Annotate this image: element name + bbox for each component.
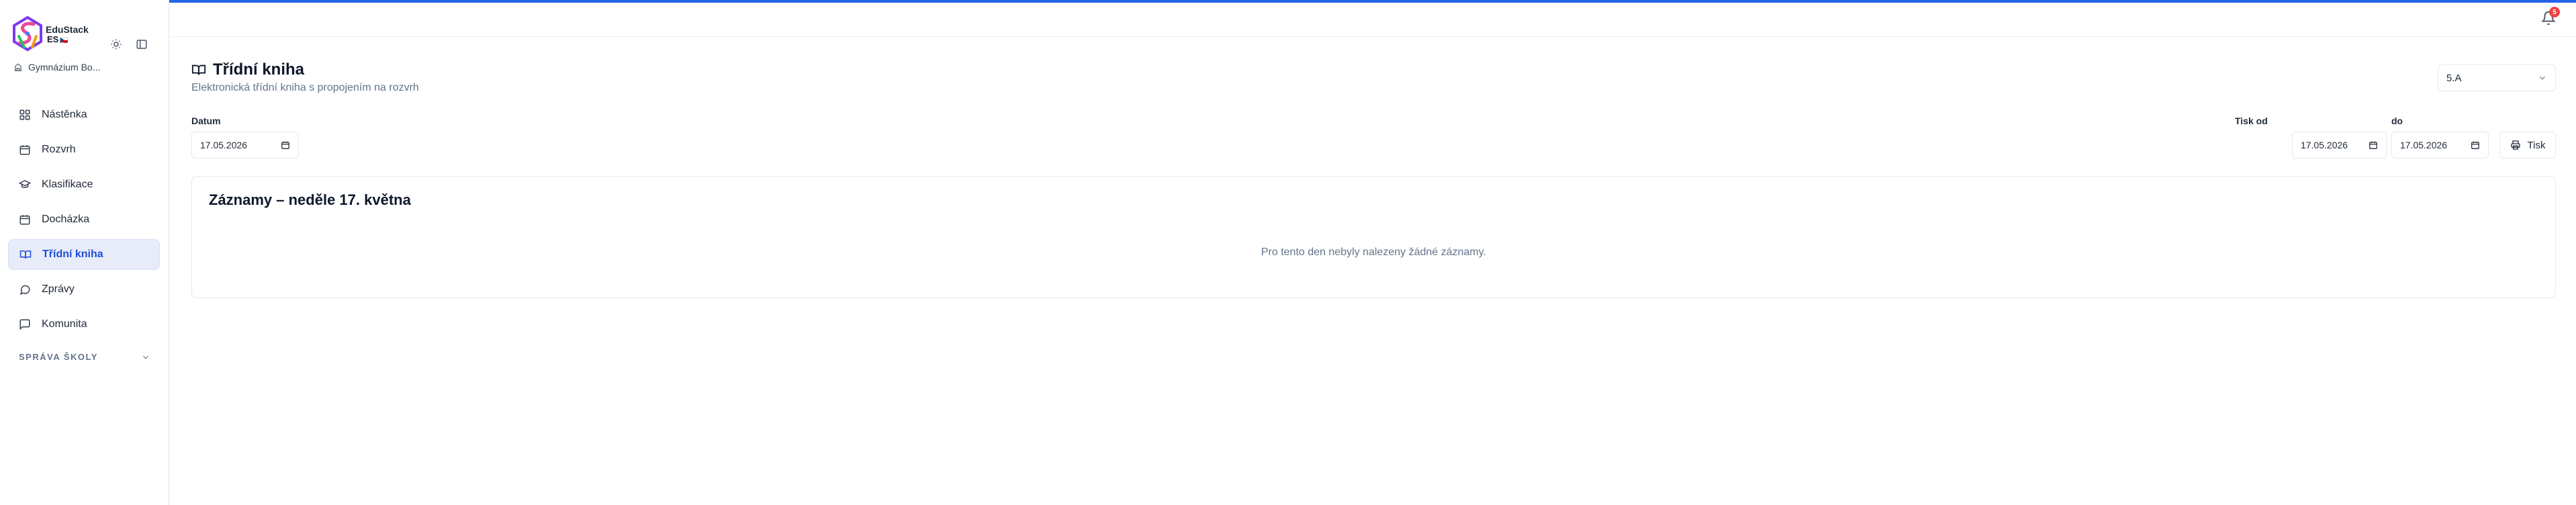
date-input[interactable]: 17.05.2026 xyxy=(191,132,299,158)
graduation-cap-icon xyxy=(19,180,31,188)
print-to-value: 17.05.2026 xyxy=(2400,140,2448,150)
sidebar-item-dochazka[interactable]: Docházka xyxy=(8,204,160,235)
building-icon xyxy=(14,63,22,71)
date-value: 17.05.2026 xyxy=(200,140,248,150)
sidebar: EduStack ES 🇨🇿 Gymnázium Bo... Nástěnka R… xyxy=(0,0,169,505)
print-to-input[interactable]: 17.05.2026 xyxy=(2391,132,2489,158)
sidebar-item-label: Třídní kniha xyxy=(42,248,103,260)
sidebar-item-label: Klasifikace xyxy=(42,179,93,190)
brand-sub: ES 🇨🇿 xyxy=(47,35,89,44)
main-content: 5 Třídní kniha Elektronická třídní kniha… xyxy=(169,0,2576,505)
app: EduStack ES 🇨🇿 Gymnázium Bo... Nástěnka R… xyxy=(0,0,2576,505)
sidebar-toggle-icon[interactable] xyxy=(136,38,148,50)
chevron-down-icon xyxy=(2540,76,2545,80)
header-divider xyxy=(169,36,2576,37)
sidebar-item-label: Komunita xyxy=(42,318,87,330)
sidebar-item-label: Docházka xyxy=(42,214,90,225)
records-empty-message: Pro tento den nebyly nalezeny žádné zázn… xyxy=(1260,246,1487,258)
print-button-label: Tisk xyxy=(2527,139,2546,151)
calendar-icon xyxy=(2369,141,2377,149)
date-label: Datum xyxy=(191,116,221,126)
sidebar-item-label: Zprávy xyxy=(42,283,75,295)
top-accent-bar xyxy=(169,0,2576,3)
print-from-input[interactable]: 17.05.2026 xyxy=(2292,132,2387,158)
brand[interactable]: EduStack ES 🇨🇿 xyxy=(12,16,89,52)
brand-name: EduStack xyxy=(46,24,89,35)
book-open-icon xyxy=(191,64,206,75)
calendar-icon xyxy=(19,145,30,155)
print-button[interactable]: Tisk xyxy=(2499,132,2556,158)
sidebar-item-komunita[interactable]: Komunita xyxy=(8,309,160,340)
class-select-value: 5.A xyxy=(2446,72,2462,84)
brand-sub-text: ES xyxy=(47,34,59,44)
edustack-logo xyxy=(13,16,42,52)
sidebar-item-label: Rozvrh xyxy=(42,144,76,155)
page-subtitle: Elektronická třídní kniha s propojením n… xyxy=(191,82,419,93)
flag-icon: 🇨🇿 xyxy=(60,36,68,44)
school-name: Gymnázium Bo... xyxy=(28,62,101,73)
section-label: SPRÁVA ŠKOLY xyxy=(19,352,98,362)
print-to-label: do xyxy=(2391,116,2403,126)
page-title: Třídní kniha xyxy=(191,60,304,79)
sidebar-item-klasifikace[interactable]: Klasifikace xyxy=(8,169,160,200)
sidebar-item-nastenka[interactable]: Nástěnka xyxy=(8,99,160,130)
sidebar-item-label: Nástěnka xyxy=(42,109,87,120)
chevron-down-icon xyxy=(143,355,148,359)
calendar-icon xyxy=(281,141,289,149)
sidebar-nav: Nástěnka Rozvrh Klasifikace Docházka Tří… xyxy=(8,99,160,344)
message-square-icon xyxy=(19,319,30,330)
book-open-icon xyxy=(19,250,32,259)
school-selector[interactable]: Gymnázium Bo... xyxy=(13,62,100,73)
message-icon xyxy=(19,285,30,295)
grid-icon xyxy=(19,109,30,120)
class-select[interactable]: 5.A xyxy=(2438,64,2556,91)
sidebar-item-rozvrh[interactable]: Rozvrh xyxy=(8,134,160,165)
notifications-button[interactable]: 5 xyxy=(2540,7,2560,27)
print-from-label: Tisk od xyxy=(2235,116,2268,126)
print-from-value: 17.05.2026 xyxy=(2301,140,2348,150)
page-title-text: Třídní kniha xyxy=(213,60,305,79)
printer-icon xyxy=(2510,140,2520,150)
notification-badge: 5 xyxy=(2549,7,2560,17)
records-title: Záznamy – neděle 17. května xyxy=(209,191,411,208)
sidebar-item-zpravy[interactable]: Zprávy xyxy=(8,274,160,305)
sun-icon[interactable] xyxy=(110,38,122,50)
records-card: Záznamy – neděle 17. května Pro tento de… xyxy=(191,176,2556,298)
sidebar-item-tridni-kniha[interactable]: Třídní kniha xyxy=(8,239,160,270)
calendar-check-icon xyxy=(19,215,30,225)
calendar-icon xyxy=(2471,141,2479,149)
section-sprava-skoly[interactable]: SPRÁVA ŠKOLY xyxy=(19,352,150,362)
